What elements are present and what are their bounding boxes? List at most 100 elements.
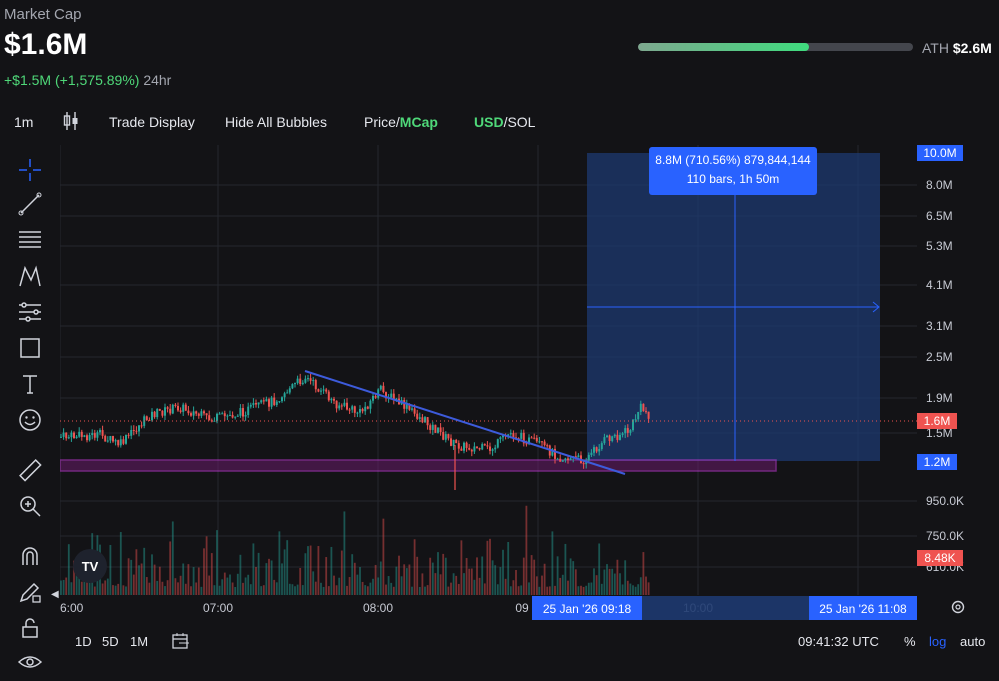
volume-bar: [634, 586, 637, 595]
candle-body: [473, 446, 476, 452]
candle-body: [611, 436, 614, 441]
candle-body: [242, 408, 244, 417]
eye-icon[interactable]: [16, 648, 44, 676]
rectangle-icon[interactable]: [16, 334, 44, 362]
volume-bar: [496, 584, 499, 595]
candle-body: [359, 408, 361, 413]
usd-sol-toggle[interactable]: USD/SOL: [474, 114, 535, 130]
price-mcap-toggle[interactable]: Price/MCap: [364, 114, 438, 130]
ruler-icon[interactable]: [16, 456, 44, 484]
range-5d[interactable]: 5D: [102, 634, 119, 649]
candle-body: [262, 400, 265, 402]
volume-bar: [283, 549, 286, 595]
volume-bar: [437, 552, 439, 595]
volume-bar: [486, 540, 489, 595]
candle-body: [145, 416, 148, 420]
range-1m[interactable]: 1M: [130, 634, 148, 649]
utc-time[interactable]: 09:41:32 UTC: [798, 634, 879, 649]
candle-body: [509, 433, 512, 435]
volume-bar: [572, 561, 575, 595]
measure-icon[interactable]: [16, 298, 44, 326]
candle-body: [171, 404, 174, 414]
candle-body: [205, 413, 208, 416]
candle-body: [338, 405, 341, 409]
chart-settings-icon[interactable]: [949, 598, 967, 621]
date-range-icon[interactable]: [171, 632, 191, 655]
candle-body: [564, 458, 567, 461]
interval-button[interactable]: 1m: [14, 114, 33, 130]
zoom-in-icon[interactable]: [16, 492, 44, 520]
volume-bar: [184, 583, 187, 595]
candle-body: [223, 413, 226, 417]
volume-bar: [197, 567, 200, 595]
candle-body: [208, 415, 211, 421]
volume-bar: [80, 581, 83, 595]
candle-body: [166, 407, 169, 409]
emoji-icon[interactable]: [16, 406, 44, 434]
candle-body: [460, 448, 463, 451]
volume-bar: [346, 585, 348, 595]
downtrend-line[interactable]: [304, 370, 626, 475]
volume-bar: [512, 580, 515, 595]
text-icon[interactable]: [16, 370, 44, 398]
candle-body: [197, 413, 200, 416]
candle-body: [372, 395, 374, 401]
log-toggle[interactable]: log: [929, 634, 946, 649]
volume-bars: [60, 505, 650, 595]
candle-body: [60, 436, 62, 438]
y-badge-volume-text: 8.48K: [924, 551, 955, 565]
candle-body: [213, 420, 216, 422]
candle-body: [483, 444, 486, 446]
volume-bar: [538, 586, 541, 595]
pattern-icon[interactable]: [16, 262, 44, 290]
volume-bar: [356, 574, 359, 595]
fib-icon[interactable]: [16, 226, 44, 254]
collapse-toolbar-icon[interactable]: ◀: [51, 589, 59, 600]
volume-bar: [465, 558, 468, 595]
candle-body: [132, 430, 135, 432]
volume-bar: [567, 580, 569, 595]
range-1d[interactable]: 1D: [75, 634, 92, 649]
price-chart[interactable]: 8.8M (710.56%) 879,844,144 110 bars, 1h …: [60, 145, 999, 625]
volume-bar: [629, 583, 632, 595]
candle-body: [114, 440, 117, 442]
auto-toggle[interactable]: auto: [960, 634, 985, 649]
volume-bar: [457, 583, 460, 595]
x-badge-right-text: 25 Jan '26 11:08: [819, 602, 907, 616]
y-badge-top-text: 10.0M: [923, 146, 956, 160]
volume-bar: [140, 563, 143, 595]
volume-bar: [647, 582, 650, 595]
candle-body: [390, 393, 393, 398]
candle-body: [476, 446, 478, 448]
trendline-icon[interactable]: [16, 190, 44, 218]
candle-body: [608, 435, 611, 441]
candle-body: [444, 434, 447, 440]
candle-body: [470, 449, 473, 452]
lock-icon[interactable]: [16, 614, 44, 642]
candle-type-icon[interactable]: [62, 110, 80, 135]
candle-body: [78, 431, 81, 437]
volume-bar: [434, 573, 437, 595]
volume-bar: [330, 546, 333, 595]
candle-body: [595, 447, 598, 452]
candle-body: [645, 411, 647, 413]
volume-bar: [242, 582, 244, 595]
magnet-icon[interactable]: [16, 542, 44, 570]
support-zone[interactable]: [60, 459, 777, 472]
volume-bar: [517, 586, 520, 595]
volume-bar: [530, 555, 533, 595]
hide-bubbles-button[interactable]: Hide All Bubbles: [225, 114, 327, 130]
y-tick-label: 2.5M: [926, 350, 953, 364]
candle-body: [226, 415, 229, 417]
percent-toggle[interactable]: %: [904, 634, 916, 649]
volume-bar: [626, 580, 629, 595]
candle-body: [291, 384, 294, 389]
candle-body: [260, 400, 263, 403]
candle-body: [364, 406, 367, 412]
measure-label-line2: 110 bars, 1h 50m: [687, 172, 780, 186]
candle-body: [348, 409, 351, 411]
crosshair-icon[interactable]: [16, 156, 44, 184]
trade-display-button[interactable]: Trade Display: [109, 114, 195, 130]
pencil-lock-icon[interactable]: [16, 578, 44, 606]
candle-body: [156, 408, 159, 418]
